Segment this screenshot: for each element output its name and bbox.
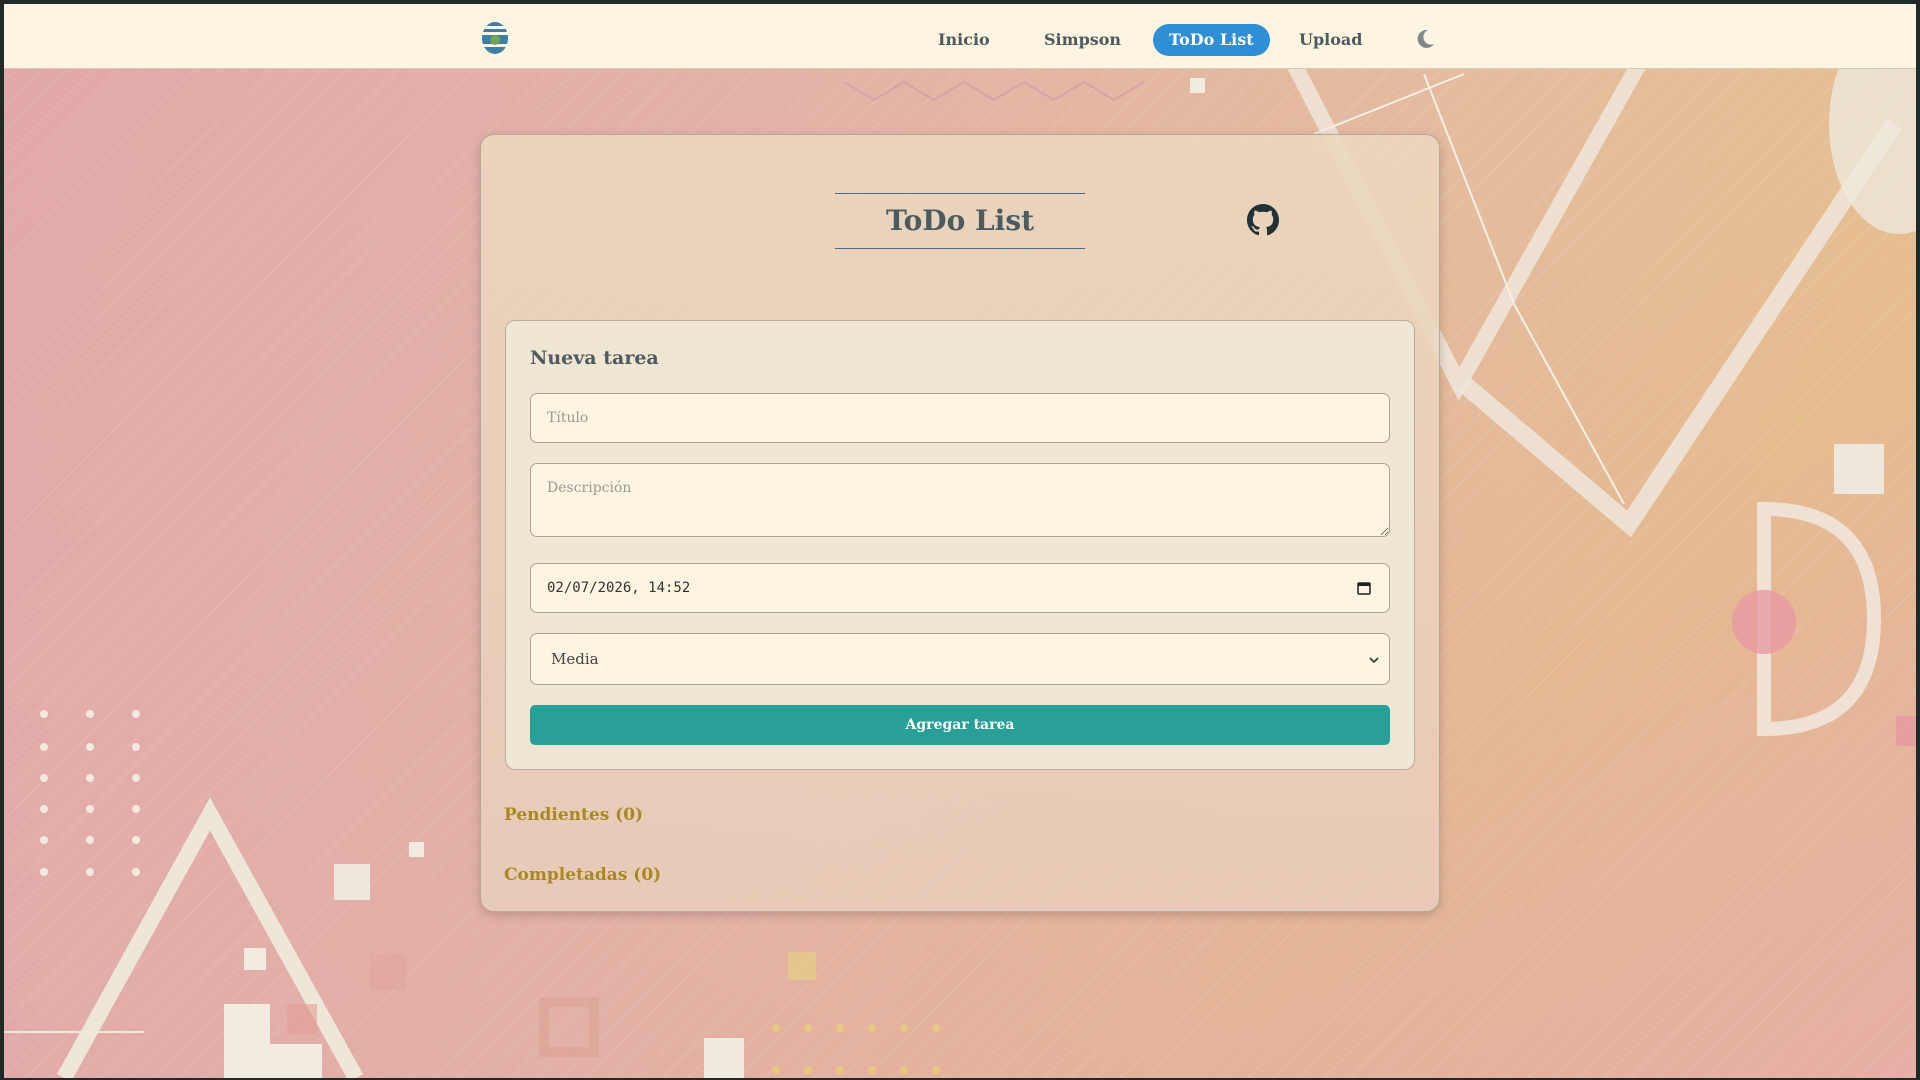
description-input[interactable]: [530, 463, 1390, 537]
nav-upload[interactable]: Upload: [1283, 24, 1378, 56]
todo-card: ToDo List Nueva tarea 02/07/2026, 14:52 …: [480, 134, 1440, 912]
chevron-down-icon: [1369, 657, 1379, 664]
moon-icon[interactable]: [1414, 28, 1436, 50]
form-heading: Nueva tarea: [530, 347, 659, 369]
nav-inicio[interactable]: Inicio: [922, 24, 1006, 56]
datetime-value: 02/07/2026, 14:52: [547, 580, 691, 596]
new-task-form: Nueva tarea 02/07/2026, 14:52 Media Agre…: [505, 320, 1415, 770]
priority-selected-value: Media: [551, 650, 599, 668]
top-navbar: Inicio Simpson ToDo List Upload: [4, 4, 1916, 69]
globe-logo-icon[interactable]: [481, 20, 509, 56]
completed-section-toggle[interactable]: Completadas (0): [504, 865, 661, 885]
priority-select[interactable]: Media: [530, 633, 1390, 685]
datetime-input[interactable]: 02/07/2026, 14:52: [530, 563, 1390, 613]
github-icon[interactable]: [1247, 204, 1279, 236]
page-title-wrapper: ToDo List: [835, 193, 1085, 249]
page-background: Inicio Simpson ToDo List Upload ToDo Lis…: [4, 4, 1916, 1078]
nav-simpson[interactable]: Simpson: [1028, 24, 1137, 56]
calendar-icon[interactable]: [1357, 581, 1371, 595]
page-title: ToDo List: [885, 204, 1035, 237]
add-task-button[interactable]: Agregar tarea: [530, 705, 1390, 745]
nav-todo-list[interactable]: ToDo List: [1153, 24, 1270, 56]
pending-section-toggle[interactable]: Pendientes (0): [504, 805, 643, 825]
title-input[interactable]: [530, 393, 1390, 443]
